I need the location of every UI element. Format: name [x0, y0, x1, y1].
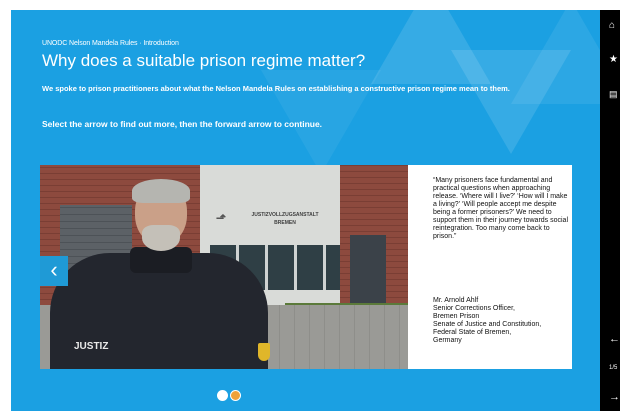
forward-arrow-icon[interactable]: → [600, 388, 620, 406]
carousel-dot-1[interactable] [217, 390, 228, 401]
carousel-pagination [217, 390, 247, 402]
author-line: Senior Corrections Officer, [433, 305, 515, 312]
quote-author: Mr. Arnold Ahlf Senior Corrections Offic… [433, 297, 573, 345]
document-icon[interactable]: ▤ [600, 85, 620, 103]
author-line: Mr. Arnold Ahlf [433, 297, 479, 304]
intro-text: We spoke to prison practitioners about w… [42, 84, 510, 93]
author-line: Senate of Justice and Constitution, [433, 321, 542, 328]
author-line: Bremen Prison [433, 313, 480, 320]
building-sign-line: BREMEN [274, 220, 296, 226]
sign-arrow-icon: ⬏ [216, 211, 227, 225]
officer-beard [142, 225, 180, 251]
building-sign: ⬏ JUSTIZVOLLZUGSANSTALT BREMEN [216, 211, 340, 237]
page-title: Why does a suitable prison regime matter… [42, 51, 366, 70]
officer-hair [132, 179, 190, 203]
navigation-rail: ⌂ ★ ▤ ← 1/5 → [600, 10, 620, 411]
instruction-text: Select the arrow to find out more, then … [42, 119, 323, 129]
author-line: Germany [433, 337, 462, 344]
home-icon[interactable]: ⌂ [600, 17, 620, 35]
back-arrow-icon[interactable]: ← [600, 330, 620, 348]
shoulder-badge-icon [258, 343, 270, 361]
uniform-patch-text: JUSTIZ [74, 341, 109, 352]
page-indicator: 1/5 [609, 365, 618, 371]
star-icon[interactable]: ★ [600, 51, 620, 69]
carousel-dot-2[interactable] [230, 390, 241, 401]
quote-panel: “Many prisoners face fundamental and pra… [415, 165, 572, 369]
quote-text: “Many prisoners face fundamental and pra… [433, 177, 569, 240]
photo-door [350, 235, 386, 310]
previous-slide-button[interactable]: ‹ [40, 256, 68, 286]
course-label: UNODC Nelson Mandela Rules · Introductio… [42, 40, 179, 47]
author-line: Federal State of Bremen, [433, 329, 512, 336]
content-stage: UNODC Nelson Mandela Rules · Introductio… [11, 10, 600, 411]
building-sign-line: JUSTIZVOLLZUGSANSTALT [251, 212, 319, 218]
officer-photo: ⬏ JUSTIZVOLLZUGSANSTALT BREMEN JUSTIZ [40, 165, 408, 369]
carousel-slide: ⬏ JUSTIZVOLLZUGSANSTALT BREMEN JUSTIZ “M… [40, 165, 572, 369]
